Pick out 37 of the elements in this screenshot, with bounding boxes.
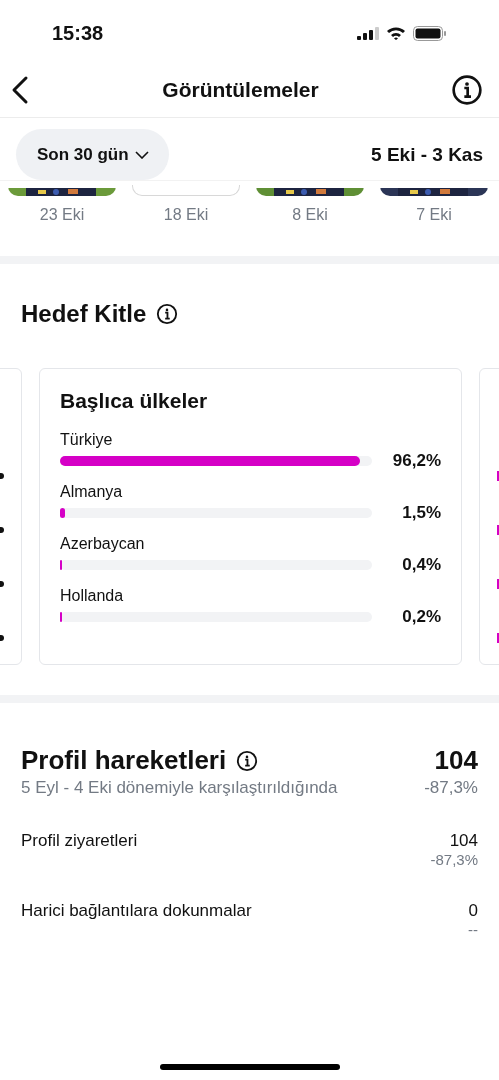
change-value: -87,3% xyxy=(424,778,478,798)
country-name: Azerbaycan xyxy=(60,535,146,553)
signal-icon xyxy=(357,26,379,40)
total-value: 104 xyxy=(434,745,478,776)
page-title: Görüntülemeler xyxy=(162,77,319,102)
country-name: Hollanda xyxy=(60,587,125,605)
back-button[interactable] xyxy=(10,74,30,105)
section-title: Hedef Kitle xyxy=(21,300,147,328)
post-thumbnail[interactable] xyxy=(132,185,240,196)
status-time: 15:38 xyxy=(52,21,104,45)
comparison-text: 5 Eyl - 4 Eki dönemiyle karşılaştırıldığında xyxy=(21,778,338,798)
post-date: 18 Eki xyxy=(163,206,209,224)
date-range-dropdown[interactable]: Son 30 gün xyxy=(16,129,169,180)
percentage: 96,2% xyxy=(392,451,441,471)
card-title: Başlıca ülkeler xyxy=(60,389,209,413)
country-name: Almanya xyxy=(60,483,124,501)
metric-label: Profil ziyaretleri xyxy=(21,831,138,852)
caret-icon xyxy=(134,150,149,159)
metric-value: 0 xyxy=(468,901,478,921)
metric-change: -- xyxy=(468,921,478,938)
post-date: 7 Eki xyxy=(416,206,452,224)
metric-label: Harici bağlantılara dokunmalar xyxy=(21,901,252,922)
info-button[interactable] xyxy=(451,73,483,106)
post-date: 23 Eki xyxy=(39,206,85,224)
section-title: Profil hareketleri xyxy=(21,745,227,776)
metric-change: -87,3% xyxy=(430,851,478,868)
percentage: 0,2% xyxy=(402,607,441,627)
battery-icon xyxy=(413,25,447,41)
percentage: 0,4% xyxy=(402,555,441,575)
post-date: 8 Eki xyxy=(292,206,328,224)
date-range-text: 5 Eki - 3 Kas xyxy=(371,143,483,166)
percentage: 1,5% xyxy=(402,503,441,523)
country-name: Türkiye xyxy=(60,431,114,449)
info-icon[interactable] xyxy=(236,749,259,772)
metric-value: 104 xyxy=(449,831,478,851)
info-icon[interactable] xyxy=(156,303,179,325)
wifi-icon xyxy=(386,26,406,40)
